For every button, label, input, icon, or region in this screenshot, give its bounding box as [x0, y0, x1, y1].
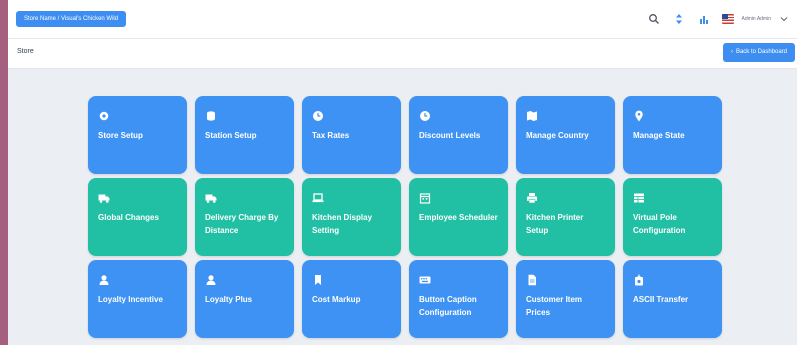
- user-name[interactable]: Admin Admin: [742, 16, 771, 22]
- table-icon: [633, 192, 645, 204]
- store-selector[interactable]: Store Name / Visual's Chicken Wild: [16, 11, 127, 27]
- menu-tile[interactable]: Tax Rates: [302, 96, 401, 174]
- top-icons: Admin Admin: [636, 9, 797, 29]
- menu-tile[interactable]: Manage State: [623, 96, 722, 174]
- search-icon[interactable]: [647, 12, 661, 26]
- tile-label: Manage State: [633, 131, 685, 140]
- menu-tile[interactable]: Global Changes: [88, 178, 187, 256]
- back-button-label: Back to Dashboard: [735, 49, 787, 55]
- tile-label: Loyalty Incentive: [98, 295, 163, 304]
- menu-tile-grid: Store Setup Station Setup Tax Rates Discoun…: [88, 96, 728, 338]
- chart-icon[interactable]: [697, 12, 711, 26]
- app-window: Store Name / Visual's Chicken Wild Admin…: [8, 0, 797, 345]
- chevron-down-icon[interactable]: [777, 12, 791, 26]
- truck-icon: [205, 192, 217, 204]
- tile-label: Customer Item Prices: [526, 295, 583, 317]
- tile-label: Cost Markup: [312, 295, 361, 304]
- printer-icon: [526, 192, 538, 204]
- tile-label: Station Setup: [205, 131, 257, 140]
- menu-tile[interactable]: Cost Markup: [302, 260, 401, 338]
- gear-icon: [98, 110, 110, 122]
- tile-label: Kitchen Printer Setup: [526, 213, 584, 235]
- truck-icon: [98, 192, 110, 204]
- menu-tile[interactable]: Loyalty Plus: [195, 260, 294, 338]
- tile-label: Manage Country: [526, 131, 589, 140]
- menu-tile[interactable]: Kitchen Printer Setup: [516, 178, 615, 256]
- tile-label: Employee Scheduler: [419, 213, 498, 222]
- tile-label: Virtual Pole Configuration: [633, 213, 686, 235]
- menu-tile[interactable]: Customer Item Prices: [516, 260, 615, 338]
- tile-label: Store Setup: [98, 131, 143, 140]
- page-header: Store ‹ Back to Dashboard: [8, 39, 797, 69]
- back-to-dashboard-button[interactable]: ‹ Back to Dashboard: [722, 43, 795, 62]
- arrow-left-icon: ‹: [730, 49, 733, 55]
- tile-label: Delivery Charge By Distance: [205, 213, 279, 235]
- tile-label: Discount Levels: [419, 131, 481, 140]
- laptop-icon: [312, 192, 324, 204]
- keyboard-icon: [419, 274, 431, 286]
- database-icon: [205, 110, 217, 122]
- menu-tile[interactable]: Delivery Charge By Distance: [195, 178, 294, 256]
- tile-label: Button Caption Configuration: [419, 295, 477, 317]
- user-icon: [98, 274, 110, 286]
- sort-icon[interactable]: [672, 12, 686, 26]
- top-bar: Store Name / Visual's Chicken Wild Admin…: [8, 0, 797, 39]
- clock-icon: [312, 110, 324, 122]
- us-flag-icon[interactable]: [721, 14, 734, 24]
- tile-label: Loyalty Plus: [205, 295, 253, 304]
- page-title: Store: [17, 48, 34, 55]
- user-icon: [205, 274, 217, 286]
- clock-icon: [419, 110, 431, 122]
- tile-label: Kitchen Display Setting: [312, 213, 373, 235]
- location-pin-icon: [633, 110, 645, 122]
- menu-tile[interactable]: Kitchen Display Setting: [302, 178, 401, 256]
- menu-tile[interactable]: ASCII Transfer: [623, 260, 722, 338]
- tile-label: Global Changes: [98, 213, 159, 222]
- document-icon: [526, 274, 538, 286]
- menu-tile[interactable]: Button Caption Configuration: [409, 260, 508, 338]
- menu-tile[interactable]: Store Setup: [88, 96, 187, 174]
- tile-label: ASCII Transfer: [633, 295, 689, 304]
- menu-tile[interactable]: Loyalty Incentive: [88, 260, 187, 338]
- menu-tile[interactable]: Virtual Pole Configuration: [623, 178, 722, 256]
- map-icon: [526, 110, 538, 122]
- menu-tile[interactable]: Manage Country: [516, 96, 615, 174]
- bookmark-icon: [312, 274, 324, 286]
- tile-label: Tax Rates: [312, 131, 350, 140]
- menu-tile[interactable]: Discount Levels: [409, 96, 508, 174]
- menu-tile[interactable]: Employee Scheduler: [409, 178, 508, 256]
- calendar-icon: [419, 192, 431, 204]
- menu-tile[interactable]: Station Setup: [195, 96, 294, 174]
- transfer-icon: [633, 274, 645, 286]
